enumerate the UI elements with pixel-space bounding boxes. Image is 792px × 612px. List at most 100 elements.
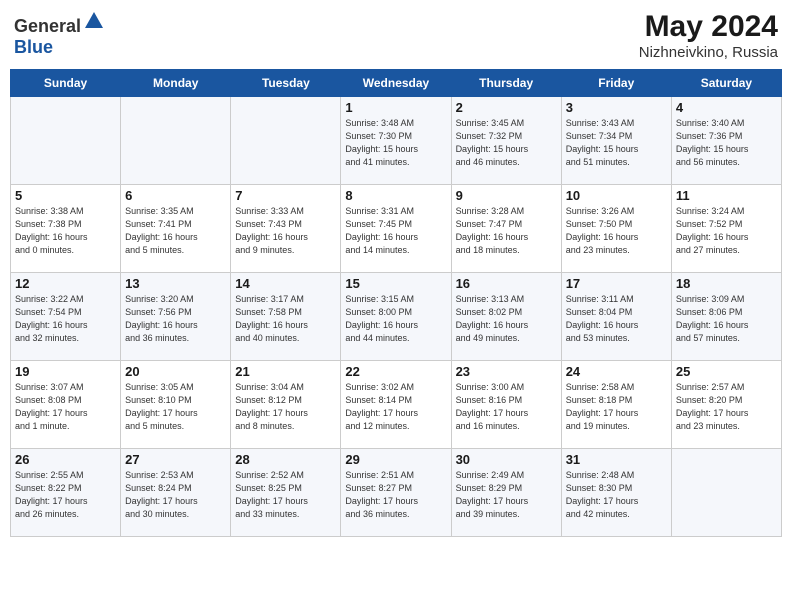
- calendar-cell: 21 Sunrise: 3:04 AM Sunset: 8:12 PM Dayli…: [231, 361, 341, 449]
- calendar-title: May 2024: [639, 10, 778, 44]
- day-number: 27: [125, 452, 226, 467]
- day-info: Sunrise: 3:24 AM Sunset: 7:52 PM Dayligh…: [676, 205, 777, 257]
- calendar-cell: 30Sunrise: 2:49 AM Sunset: 8:29 PM Dayli…: [451, 449, 561, 537]
- calendar-cell: 4 Sunrise: 3:40 AM Sunset: 7:36 PM Daylig…: [671, 97, 781, 185]
- calendar-cell: 9 Sunrise: 3:28 AM Sunset: 7:47 PM Daylig…: [451, 185, 561, 273]
- calendar-cell: 2 Sunrise: 3:45 AM Sunset: 7:32 PM Daylig…: [451, 97, 561, 185]
- day-number: 31: [566, 452, 667, 467]
- day-number: 7: [235, 188, 336, 203]
- weekday-header: Monday: [121, 70, 231, 97]
- day-number: 22: [345, 364, 446, 379]
- day-info: Sunrise: 3:33 AM Sunset: 7:43 PM Dayligh…: [235, 205, 336, 257]
- logo-icon: [83, 10, 105, 32]
- weekday-header: Friday: [561, 70, 671, 97]
- calendar-cell: [231, 97, 341, 185]
- calendar-cell: 16Sunrise: 3:13 AM Sunset: 8:02 PM Dayli…: [451, 273, 561, 361]
- logo: General Blue: [14, 10, 105, 58]
- day-info: Sunrise: 2:55 AM Sunset: 8:22 PM Dayligh…: [15, 469, 116, 521]
- calendar-cell: 31 Sunrise: 2:48 AM Sunset: 8:30 PM Dayli…: [561, 449, 671, 537]
- page-header: General Blue May 2024 Nizhneivkino, Russ…: [10, 10, 782, 61]
- day-number: 20: [125, 364, 226, 379]
- calendar-cell: [671, 449, 781, 537]
- day-info: Sunrise: 3:17 AM Sunset: 7:58 PM Dayligh…: [235, 293, 336, 345]
- calendar-location: Nizhneivkino, Russia: [639, 44, 778, 61]
- weekday-header: Tuesday: [231, 70, 341, 97]
- day-number: 12: [15, 276, 116, 291]
- calendar-cell: 20Sunrise: 3:05 AM Sunset: 8:10 PM Dayli…: [121, 361, 231, 449]
- day-number: 29: [345, 452, 446, 467]
- calendar-cell: 17Sunrise: 3:11 AM Sunset: 8:04 PM Dayli…: [561, 273, 671, 361]
- day-number: 9: [456, 188, 557, 203]
- day-info: Sunrise: 3:28 AM Sunset: 7:47 PM Dayligh…: [456, 205, 557, 257]
- day-number: 24: [566, 364, 667, 379]
- day-info: Sunrise: 3:31 AM Sunset: 7:45 PM Dayligh…: [345, 205, 446, 257]
- day-number: 3: [566, 100, 667, 115]
- day-number: 4: [676, 100, 777, 115]
- day-number: 30: [456, 452, 557, 467]
- day-info: Sunrise: 3:48 AM Sunset: 7:30 PM Dayligh…: [345, 117, 446, 169]
- calendar-cell: 12 Sunrise: 3:22 AM Sunset: 7:54 PM Dayli…: [11, 273, 121, 361]
- day-info: Sunrise: 2:48 AM Sunset: 8:30 PM Dayligh…: [566, 469, 667, 521]
- day-number: 11: [676, 188, 777, 203]
- calendar-cell: 24 Sunrise: 2:58 AM Sunset: 8:18 PM Dayli…: [561, 361, 671, 449]
- calendar-cell: 23 Sunrise: 3:00 AM Sunset: 8:16 PM Dayli…: [451, 361, 561, 449]
- day-number: 14: [235, 276, 336, 291]
- calendar-week-row: 26 Sunrise: 2:55 AM Sunset: 8:22 PM Dayli…: [11, 449, 782, 537]
- day-info: Sunrise: 3:09 AM Sunset: 8:06 PM Dayligh…: [676, 293, 777, 345]
- day-info: Sunrise: 3:35 AM Sunset: 7:41 PM Dayligh…: [125, 205, 226, 257]
- day-number: 15: [345, 276, 446, 291]
- calendar-cell: 14 Sunrise: 3:17 AM Sunset: 7:58 PM Dayli…: [231, 273, 341, 361]
- day-info: Sunrise: 3:04 AM Sunset: 8:12 PM Dayligh…: [235, 381, 336, 433]
- calendar-cell: 10Sunrise: 3:26 AM Sunset: 7:50 PM Dayli…: [561, 185, 671, 273]
- day-number: 23: [456, 364, 557, 379]
- day-info: Sunrise: 3:20 AM Sunset: 7:56 PM Dayligh…: [125, 293, 226, 345]
- day-info: Sunrise: 2:53 AM Sunset: 8:24 PM Dayligh…: [125, 469, 226, 521]
- logo-text: General Blue: [14, 10, 105, 58]
- day-info: Sunrise: 3:43 AM Sunset: 7:34 PM Dayligh…: [566, 117, 667, 169]
- day-number: 13: [125, 276, 226, 291]
- weekday-header: Wednesday: [341, 70, 451, 97]
- day-info: Sunrise: 3:15 AM Sunset: 8:00 PM Dayligh…: [345, 293, 446, 345]
- calendar-cell: 28 Sunrise: 2:52 AM Sunset: 8:25 PM Dayli…: [231, 449, 341, 537]
- logo-blue: Blue: [14, 37, 53, 57]
- day-info: Sunrise: 2:58 AM Sunset: 8:18 PM Dayligh…: [566, 381, 667, 433]
- day-info: Sunrise: 3:00 AM Sunset: 8:16 PM Dayligh…: [456, 381, 557, 433]
- day-number: 18: [676, 276, 777, 291]
- calendar-week-row: 19Sunrise: 3:07 AM Sunset: 8:08 PM Dayli…: [11, 361, 782, 449]
- day-number: 17: [566, 276, 667, 291]
- weekday-header: Thursday: [451, 70, 561, 97]
- calendar-cell: 3 Sunrise: 3:43 AM Sunset: 7:34 PM Daylig…: [561, 97, 671, 185]
- day-info: Sunrise: 3:45 AM Sunset: 7:32 PM Dayligh…: [456, 117, 557, 169]
- calendar-cell: 26 Sunrise: 2:55 AM Sunset: 8:22 PM Dayli…: [11, 449, 121, 537]
- calendar-week-row: 1Sunrise: 3:48 AM Sunset: 7:30 PM Daylig…: [11, 97, 782, 185]
- calendar-cell: 6 Sunrise: 3:35 AM Sunset: 7:41 PM Daylig…: [121, 185, 231, 273]
- day-number: 26: [15, 452, 116, 467]
- day-info: Sunrise: 2:51 AM Sunset: 8:27 PM Dayligh…: [345, 469, 446, 521]
- day-info: Sunrise: 3:02 AM Sunset: 8:14 PM Dayligh…: [345, 381, 446, 433]
- day-info: Sunrise: 3:07 AM Sunset: 8:08 PM Dayligh…: [15, 381, 116, 433]
- calendar-cell: 13 Sunrise: 3:20 AM Sunset: 7:56 PM Dayli…: [121, 273, 231, 361]
- title-block: May 2024 Nizhneivkino, Russia: [639, 10, 778, 61]
- day-info: Sunrise: 3:26 AM Sunset: 7:50 PM Dayligh…: [566, 205, 667, 257]
- day-number: 5: [15, 188, 116, 203]
- calendar-week-row: 5Sunrise: 3:38 AM Sunset: 7:38 PM Daylig…: [11, 185, 782, 273]
- day-number: 6: [125, 188, 226, 203]
- day-info: Sunrise: 2:52 AM Sunset: 8:25 PM Dayligh…: [235, 469, 336, 521]
- day-number: 21: [235, 364, 336, 379]
- calendar-week-row: 12 Sunrise: 3:22 AM Sunset: 7:54 PM Dayli…: [11, 273, 782, 361]
- logo-general: General: [14, 16, 81, 36]
- calendar-cell: 22 Sunrise: 3:02 AM Sunset: 8:14 PM Dayli…: [341, 361, 451, 449]
- day-number: 2: [456, 100, 557, 115]
- weekday-header: Sunday: [11, 70, 121, 97]
- weekday-header-row: SundayMondayTuesdayWednesdayThursdayFrid…: [11, 70, 782, 97]
- calendar-cell: 19Sunrise: 3:07 AM Sunset: 8:08 PM Dayli…: [11, 361, 121, 449]
- day-number: 16: [456, 276, 557, 291]
- day-info: Sunrise: 3:22 AM Sunset: 7:54 PM Dayligh…: [15, 293, 116, 345]
- day-number: 8: [345, 188, 446, 203]
- calendar-table: SundayMondayTuesdayWednesdayThursdayFrid…: [10, 69, 782, 537]
- day-info: Sunrise: 3:40 AM Sunset: 7:36 PM Dayligh…: [676, 117, 777, 169]
- day-number: 28: [235, 452, 336, 467]
- calendar-cell: 15 Sunrise: 3:15 AM Sunset: 8:00 PM Dayli…: [341, 273, 451, 361]
- calendar-cell: 1Sunrise: 3:48 AM Sunset: 7:30 PM Daylig…: [341, 97, 451, 185]
- calendar-cell: 29 Sunrise: 2:51 AM Sunset: 8:27 PM Dayli…: [341, 449, 451, 537]
